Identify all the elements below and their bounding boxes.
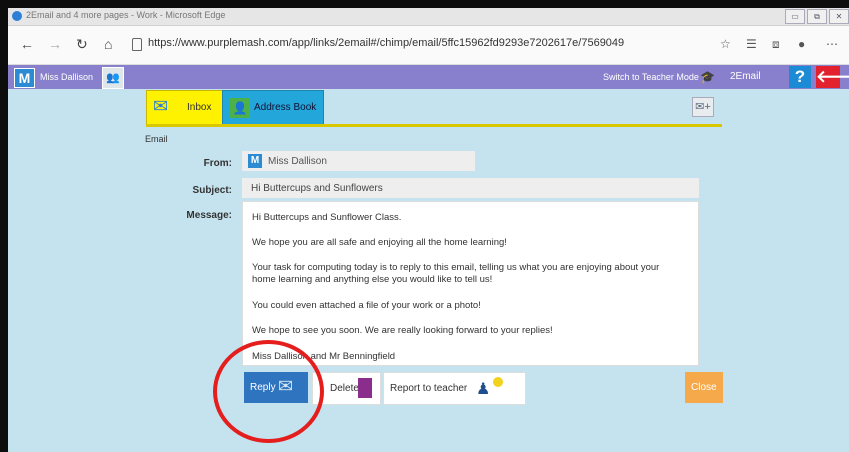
tab-address-book-label: Address Book [254,102,317,113]
app-name: 2Email [730,71,761,82]
tab-underline [146,124,722,127]
message-line: You could even attached a file of your w… [252,300,481,311]
subject-field: Hi Buttercups and Sunflowers [242,178,699,198]
favorites-list-icon[interactable]: ☰ [746,37,757,51]
from-value: Miss Dallison [268,156,327,167]
address-bar: ← → ↻ ⌂ https://www.purplemash.com/app/l… [8,26,849,65]
message-line: Your task for computing today is to repl… [252,262,660,285]
lock-icon [132,38,142,51]
message-line: We hope to see you soon. We are really l… [252,325,553,336]
user-name: Miss Dallison [40,72,94,82]
home-icon[interactable]: ⌂ [104,36,112,52]
teacher-icon: ♟ [476,381,491,398]
profile-icon[interactable]: ● [798,37,805,51]
new-email-icon[interactable]: ✉+ [692,97,714,117]
tab-inbox[interactable]: ✉ Inbox [146,90,224,127]
trash-icon [358,378,372,398]
sender-avatar: M [248,154,262,168]
from-label: From: [203,158,232,169]
app-header: M Miss Dallison 👥 Switch to Teacher Mode… [8,65,849,89]
teacher-mode-link[interactable]: Switch to Teacher Mode [603,72,699,82]
favorite-star-icon[interactable]: ☆ [720,37,731,51]
title-bar: 2Email and 4 more pages - Work - Microso… [8,8,849,26]
more-icon[interactable]: ⋯ [826,37,838,51]
delete-label: Delete [330,383,359,394]
collections-icon[interactable]: ⧈ [772,37,780,52]
alert-icon [493,377,503,387]
edge-icon [12,11,22,21]
message-label: Message: [186,210,232,221]
highlight-circle [213,340,324,443]
back-arrow-icon[interactable]: ← [20,36,34,52]
refresh-icon[interactable]: ↻ [76,36,88,53]
report-to-teacher-button[interactable]: Report to teacher ♟ [383,372,526,405]
window-controls: ▭ ⧉ ✕ [785,9,849,24]
close-label: Close [691,382,717,393]
url-field[interactable]: https://www.purplemash.com/app/links/2em… [148,37,624,49]
forward-arrow-icon[interactable]: → [48,36,62,52]
switch-user-icon[interactable]: 👥 [102,67,124,89]
inbox-icon: ✉ [153,96,169,116]
minimize-icon[interactable]: ▭ [785,9,805,24]
subject-value: Hi Buttercups and Sunflowers [251,183,383,194]
window-title: 2Email and 4 more pages - Work - Microso… [26,10,226,20]
report-label: Report to teacher [390,383,468,394]
subject-label: Subject: [192,185,232,196]
from-field: M Miss Dallison [242,151,475,171]
restore-icon[interactable]: ⧉ [807,9,827,24]
tab-address-book[interactable]: 👤 Address Book [222,90,324,127]
address-book-icon: 👤 [230,98,250,118]
message-line: We hope you are all safe and enjoying al… [252,237,507,248]
tab-inbox-label: Inbox [187,102,212,113]
purple-mash-logo[interactable]: M [14,68,35,88]
graduation-cap-icon[interactable]: 🎓 [700,70,715,84]
section-label: Email [145,134,168,144]
message-body: Hi Buttercups and Sunflower Class. We ho… [242,201,699,366]
help-button[interactable]: ? [789,66,811,88]
back-button[interactable]: 🡐 [816,66,849,88]
close-window-icon[interactable]: ✕ [829,9,849,24]
message-line: Miss Dallison and Mr Benningfield [252,351,396,362]
message-line: Hi Buttercups and Sunflower Class. [252,212,402,223]
close-button[interactable]: Close [685,372,723,403]
browser-window: 2Email and 4 more pages - Work - Microso… [8,8,849,452]
